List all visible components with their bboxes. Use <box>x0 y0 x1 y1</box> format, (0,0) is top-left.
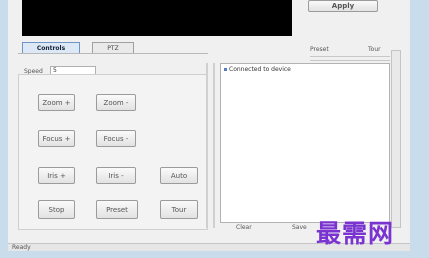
clear-log-button[interactable]: Clear <box>236 224 252 231</box>
window-frame-bottom <box>0 250 429 258</box>
log-entry-text: Connected to device <box>229 66 291 73</box>
tab-ptz[interactable]: PTZ <box>92 42 134 53</box>
focus-minus-button[interactable]: Focus - <box>96 130 136 147</box>
right-header-rule <box>310 56 390 57</box>
log-scrollbar[interactable] <box>391 50 401 228</box>
preset-button[interactable]: Preset <box>96 200 138 219</box>
watermark-text: 最需网 <box>316 219 395 248</box>
log-entry-icon <box>224 68 227 71</box>
focus-plus-button[interactable]: Focus + <box>38 130 75 147</box>
preset-label: Preset <box>310 46 329 53</box>
zoom-out-button[interactable]: Zoom - <box>96 94 136 111</box>
window-frame-right <box>410 0 429 258</box>
iris-plus-button[interactable]: Iris + <box>38 167 75 184</box>
tour-button[interactable]: Tour <box>160 200 198 219</box>
status-text: Ready <box>12 244 31 251</box>
video-preview <box>22 0 292 36</box>
tour-label: Tour <box>368 46 381 53</box>
apply-button[interactable]: Apply <box>308 0 378 12</box>
auto-button[interactable]: Auto <box>160 167 198 184</box>
save-log-button[interactable]: Save <box>292 224 307 231</box>
stop-button[interactable]: Stop <box>38 200 75 219</box>
tab-controls[interactable]: Controls <box>22 42 80 53</box>
panel-divider-right <box>213 63 215 228</box>
right-header-rule-2 <box>310 60 390 61</box>
tab-panel-border <box>18 53 208 54</box>
event-log[interactable]: Connected to device <box>220 63 390 223</box>
log-entry: Connected to device <box>221 64 389 75</box>
zoom-in-button[interactable]: Zoom + <box>38 94 75 111</box>
panel-divider-left <box>206 63 208 228</box>
window-frame-left <box>0 0 8 258</box>
iris-minus-button[interactable]: Iris - <box>96 167 136 184</box>
